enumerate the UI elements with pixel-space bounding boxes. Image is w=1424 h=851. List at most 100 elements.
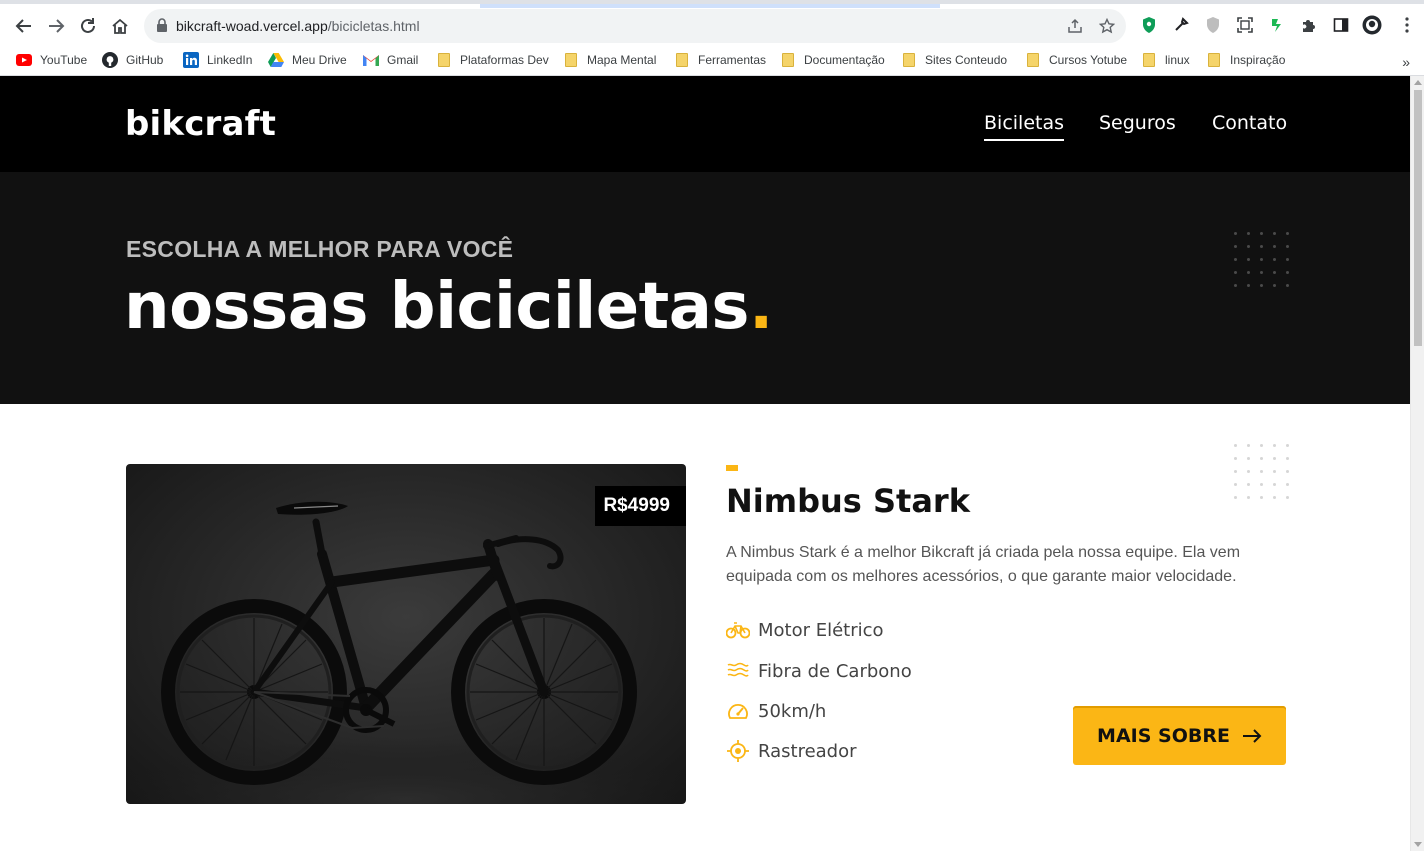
- feature-item: Rastreador: [726, 739, 857, 763]
- bookmark-documentacao[interactable]: Documentação: [780, 50, 885, 70]
- bookmarks-overflow-button[interactable]: »: [1402, 54, 1410, 70]
- bookmark-label: Inspiração: [1230, 53, 1286, 67]
- scrollbar-thumb[interactable]: [1414, 90, 1422, 346]
- url-host: bikcraft-woad.vercel.app: [176, 18, 328, 34]
- bookmark-sites-conteudo[interactable]: Sites Conteudo: [901, 50, 1007, 70]
- browser-toolbar: bikcraft-woad.vercel.app/bicicletas.html: [0, 0, 1424, 44]
- bookmark-cursos-yotube[interactable]: Cursos Yotube: [1025, 50, 1127, 70]
- linkedin-icon: [183, 52, 199, 68]
- url-path: /bicicletas.html: [327, 18, 420, 34]
- eyedropper-extension-icon[interactable]: [1170, 14, 1192, 36]
- bookmark-meu-drive[interactable]: Meu Drive: [268, 50, 347, 70]
- bookmark-label: Plataformas Dev: [460, 53, 549, 67]
- shield-extension-icon[interactable]: [1138, 14, 1160, 36]
- speedometer-icon: [726, 699, 750, 723]
- browser-chrome: bikcraft-woad.vercel.app/bicicletas.html: [0, 0, 1424, 76]
- carbon-fiber-icon: [726, 659, 750, 683]
- more-info-button[interactable]: MAIS SOBRE: [1073, 706, 1286, 765]
- bookmark-label: GitHub: [126, 53, 164, 67]
- bookmark-label: linux: [1165, 53, 1190, 67]
- screenshot-extension-icon[interactable]: [1234, 14, 1256, 36]
- folder-icon: [674, 52, 690, 68]
- nav-contato[interactable]: Contato: [1212, 112, 1287, 134]
- folder-icon: [901, 52, 917, 68]
- browser-menu-icon[interactable]: [1396, 14, 1418, 36]
- bookmarks-bar: YouTube GitHub LinkedIn Meu Drive Gmail: [0, 44, 1424, 76]
- green-extension-icon[interactable]: [1266, 14, 1288, 36]
- more-info-label: MAIS SOBRE: [1097, 724, 1230, 747]
- folder-icon: [780, 52, 796, 68]
- bookmark-youtube[interactable]: YouTube: [16, 50, 87, 70]
- bookmark-plataformas-dev[interactable]: Plataformas Dev: [436, 50, 549, 70]
- active-tab-edge: [480, 4, 940, 8]
- side-panel-icon[interactable]: [1330, 14, 1352, 36]
- bookmark-ferramentas[interactable]: Ferramentas: [674, 50, 766, 70]
- extensions-puzzle-icon[interactable]: [1298, 14, 1320, 36]
- bookmark-gmail[interactable]: Gmail: [363, 50, 418, 70]
- feature-label: Rastreador: [758, 740, 857, 762]
- arrow-right-icon: [1242, 728, 1262, 743]
- feature-item: 50km/h: [726, 699, 826, 723]
- address-bar[interactable]: bikcraft-woad.vercel.app/bicicletas.html: [144, 9, 1126, 43]
- url-text: bikcraft-woad.vercel.app/bicicletas.html: [176, 18, 420, 34]
- title-accent-bar: [726, 465, 738, 471]
- site-logo[interactable]: bikcraft: [125, 104, 276, 144]
- hero-section: ESCOLHA A MELHOR PARA VOCÊ nossas bicici…: [0, 172, 1410, 404]
- bookmark-linux[interactable]: linux: [1141, 50, 1190, 70]
- product-title: Nimbus Stark: [726, 482, 970, 520]
- bookmark-github[interactable]: GitHub: [102, 50, 163, 70]
- product-section: R$4999 Nimbus Stark A Nimbus Stark é a m…: [0, 404, 1410, 851]
- lock-icon: [156, 18, 168, 37]
- bookmark-linkedin[interactable]: LinkedIn: [183, 50, 252, 70]
- bike-photo: R$4999: [126, 464, 686, 804]
- nav-biciletas[interactable]: Biciletas: [984, 112, 1064, 141]
- bookmark-label: Gmail: [387, 53, 419, 67]
- folder-icon: [1206, 52, 1222, 68]
- google-drive-icon: [268, 52, 284, 68]
- page-title: nossas biciciletas.: [124, 270, 773, 344]
- folder-icon: [1141, 52, 1157, 68]
- home-icon[interactable]: [106, 12, 134, 40]
- page-scrollbar[interactable]: [1410, 76, 1424, 851]
- bookmark-mapa-mental[interactable]: Mapa Mental: [563, 50, 656, 70]
- profile-avatar-icon[interactable]: [1361, 14, 1383, 36]
- scroll-down-icon[interactable]: [1414, 842, 1422, 847]
- gmail-icon: [363, 52, 379, 68]
- feature-item: Fibra de Carbono: [726, 659, 912, 683]
- title-accent-dot: .: [749, 270, 773, 344]
- scroll-up-icon[interactable]: [1414, 80, 1422, 85]
- product-description: A Nimbus Stark é a melhor Bikcraft já cr…: [726, 544, 1241, 585]
- nav-seguros[interactable]: Seguros: [1099, 112, 1176, 134]
- bookmark-label: LinkedIn: [207, 53, 253, 67]
- bookmark-label: YouTube: [40, 53, 88, 67]
- bookmark-label: Cursos Yotube: [1049, 53, 1128, 67]
- folder-icon: [1025, 52, 1041, 68]
- decorative-dot-grid: [1234, 232, 1289, 287]
- bookmark-label: Mapa Mental: [587, 53, 657, 67]
- feature-label: Fibra de Carbono: [758, 660, 912, 682]
- reload-icon[interactable]: [74, 12, 102, 40]
- page-title-text: nossas biciciletas: [124, 270, 750, 344]
- forward-icon[interactable]: [42, 12, 70, 40]
- web-page: bikcraft Biciletas Seguros Contato ESCOL…: [0, 76, 1410, 851]
- folder-icon: [563, 52, 579, 68]
- feature-label: 50km/h: [758, 700, 827, 722]
- back-icon[interactable]: [10, 12, 38, 40]
- decorative-dot-grid: [1234, 444, 1289, 499]
- privacy-extension-icon[interactable]: [1202, 14, 1224, 36]
- hero-subtitle: ESCOLHA A MELHOR PARA VOCÊ: [126, 236, 514, 262]
- bookmark-label: Ferramentas: [698, 53, 767, 67]
- bookmark-label: Meu Drive: [292, 53, 347, 67]
- site-header: bikcraft Biciletas Seguros Contato: [0, 76, 1410, 172]
- bookmark-label: Documentação: [804, 53, 885, 67]
- feature-item: Motor Elétrico: [726, 618, 884, 642]
- bookmark-inspiracao[interactable]: Inspiração: [1206, 50, 1285, 70]
- bookmark-star-icon[interactable]: [1098, 17, 1116, 35]
- price-tag: R$4999: [595, 486, 686, 526]
- share-icon[interactable]: [1066, 17, 1084, 35]
- folder-icon: [436, 52, 452, 68]
- tracker-icon: [726, 739, 750, 763]
- bookmark-label: Sites Conteudo: [925, 53, 1008, 67]
- electric-bike-icon: [726, 618, 750, 642]
- youtube-icon: [16, 52, 32, 68]
